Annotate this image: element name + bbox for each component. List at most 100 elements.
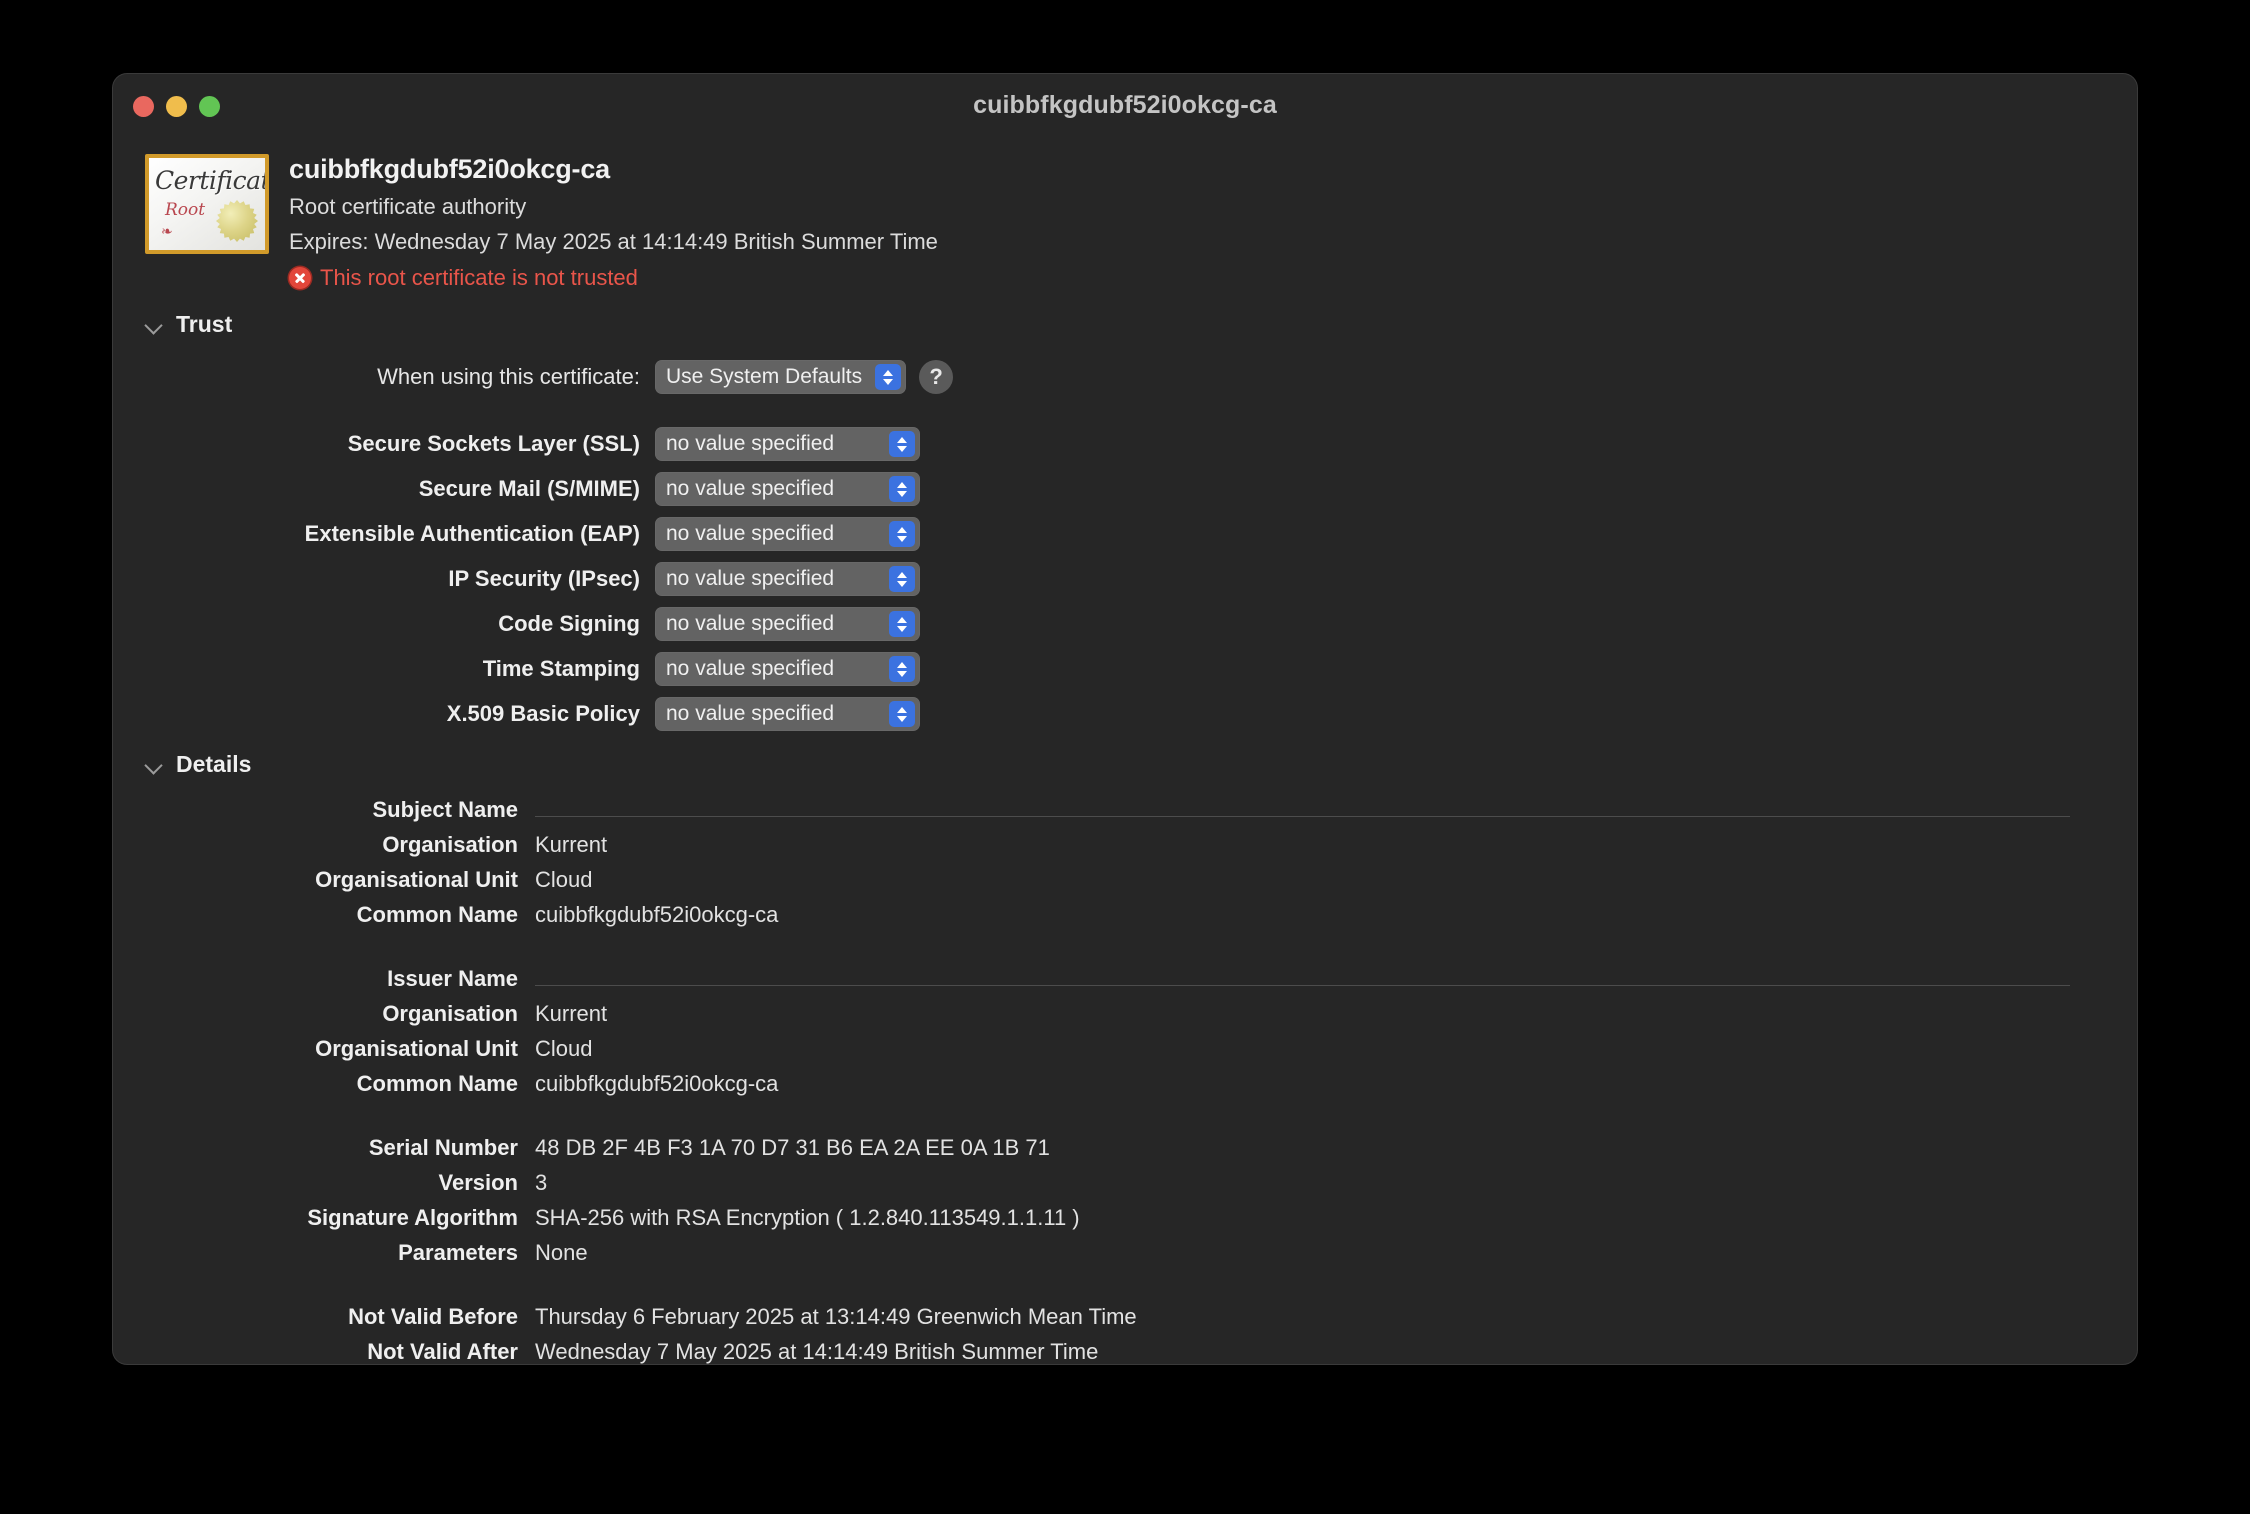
trust-warning-text: This root certificate is not trusted (320, 265, 638, 291)
details-field-label: Organisation (382, 1001, 518, 1027)
details-field-value: Wednesday 7 May 2025 at 14:14:49 British… (535, 1339, 1099, 1364)
stepper-arrows-icon (889, 476, 915, 503)
details-group-heading: Issuer Name (135, 966, 2115, 1001)
trust-policy-row: IP Security (IPsec) no value specified (135, 562, 2115, 597)
trust-policy-select[interactable]: no value specified (655, 472, 920, 507)
help-button[interactable]: ? (919, 360, 954, 395)
trust-policy-value: no value specified (666, 657, 835, 681)
trust-policy-select[interactable]: no value specified (655, 652, 920, 687)
stepper-arrows-icon (889, 566, 915, 593)
details-field-value: Thursday 6 February 2025 at 13:14:49 Gre… (535, 1304, 1137, 1330)
details-field-label: Organisational Unit (315, 1036, 518, 1062)
details-row: Serial Number 48 DB 2F 4B F3 1A 70 D7 31 … (135, 1135, 2115, 1170)
error-circle-icon (289, 267, 311, 290)
details-field-value: cuibbfkgdubf52i0okcg-ca (535, 902, 779, 928)
trust-policy-select[interactable]: no value specified (655, 427, 920, 462)
trust-policy-value: no value specified (666, 702, 835, 726)
details-field-label: Common Name (356, 1071, 518, 1097)
certificate-icon-root: Root (165, 200, 206, 220)
window-content: Certificate Root ❧ cuibbfkgdubf52i0okcg-… (113, 136, 2137, 1364)
details-field-value: 48 DB 2F 4B F3 1A 70 D7 31 B6 EA 2A EE 0… (535, 1135, 1050, 1161)
details-field-value: Kurrent (535, 1001, 608, 1027)
when-using-certificate-value: Use System Defaults (666, 365, 863, 389)
trust-policy-label: Code Signing (498, 611, 640, 637)
window-title: cuibbfkgdubf52i0okcg-ca (973, 91, 1277, 119)
certificate-name: cuibbfkgdubf52i0okcg-ca (289, 154, 610, 184)
details-field-label: Organisation (382, 832, 518, 858)
details-section-label: Details (176, 751, 252, 778)
details-group-label: Subject Name (372, 797, 519, 823)
trust-section-disclosure[interactable]: Trust (135, 311, 2115, 338)
trust-section-label: Trust (176, 311, 233, 338)
certificate-seal-icon (216, 200, 258, 242)
chevron-down-icon (145, 756, 163, 774)
root-certificate-icon: Certificate Root ❧ (145, 154, 269, 254)
details-row: Version 3 (135, 1170, 2115, 1205)
trust-policy-list: Secure Sockets Layer (SSL) no value speci… (135, 427, 2115, 732)
details-row: Common Name cuibbfkgdubf52i0okcg-ca (135, 902, 2115, 937)
certificate-window: cuibbfkgdubf52i0okcg-ca Certificate Root… (113, 74, 2137, 1364)
details-row: Organisational Unit Cloud (135, 1036, 2115, 1071)
details-group-label: Issuer Name (387, 966, 518, 992)
section-divider (535, 985, 2070, 987)
certificate-header: Certificate Root ❧ cuibbfkgdubf52i0okcg-… (135, 136, 2115, 291)
stepper-arrows-icon (875, 364, 902, 391)
details-row: Common Name cuibbfkgdubf52i0okcg-ca (135, 1071, 2115, 1106)
certificate-icon-flourish: ❧ (161, 224, 173, 240)
trust-policy-value: no value specified (666, 432, 835, 456)
trust-policy-label: Time Stamping (482, 656, 640, 682)
details-field-value: Cloud (535, 867, 593, 893)
details-field-label: Version (438, 1170, 518, 1196)
section-divider (535, 816, 2070, 818)
trust-warning: This root certificate is not trusted (289, 265, 938, 291)
certificate-summary: cuibbfkgdubf52i0okcg-ca Root certificate… (269, 150, 938, 291)
details-field-value: SHA-256 with RSA Encryption ( 1.2.840.11… (535, 1205, 1080, 1231)
details-field-value: None (535, 1240, 588, 1266)
details-row: Organisational Unit Cloud (135, 867, 2115, 902)
details-field-label: Not Valid Before (348, 1304, 518, 1330)
details-field-label: Organisational Unit (315, 867, 518, 893)
certificate-icon-word: Certificate (155, 166, 265, 195)
trust-policy-select[interactable]: no value specified (655, 607, 920, 642)
trust-policy-label: Secure Sockets Layer (SSL) (347, 431, 640, 457)
stepper-arrows-icon (889, 431, 915, 458)
trust-policy-row: Time Stamping no value specified (135, 652, 2115, 687)
details-field-value: Kurrent (535, 832, 608, 858)
window-titlebar: cuibbfkgdubf52i0okcg-ca (113, 74, 2137, 136)
trust-policy-row: Extensible Authentication (EAP) no value … (135, 517, 2115, 552)
when-using-certificate-select[interactable]: Use System Defaults (655, 360, 907, 395)
trust-policy-select[interactable]: no value specified (655, 697, 920, 732)
stepper-arrows-icon (889, 701, 915, 728)
trust-policy-label: X.509 Basic Policy (446, 701, 640, 727)
details-section-disclosure[interactable]: Details (135, 751, 2115, 778)
details-field-label: Parameters (398, 1240, 518, 1266)
trust-policy-row: Secure Sockets Layer (SSL) no value speci… (135, 427, 2115, 462)
trust-policy-value: no value specified (666, 567, 835, 591)
details-row: Parameters None (135, 1240, 2115, 1275)
trust-policy-row: Code Signing no value specified (135, 607, 2115, 642)
details-row: Organisation Kurrent (135, 832, 2115, 867)
trust-policy-value: no value specified (666, 477, 835, 501)
stepper-arrows-icon (889, 611, 915, 638)
details-field-value: Cloud (535, 1036, 593, 1062)
trust-policy-label: Extensible Authentication (EAP) (304, 521, 640, 547)
trust-policy-select[interactable]: no value specified (655, 517, 920, 552)
details-field-value: 3 (535, 1170, 548, 1196)
details-field-label: Common Name (356, 902, 518, 928)
trust-settings: When using this certificate: Use System … (135, 360, 2115, 732)
when-using-certificate-label: When using this certificate: (377, 364, 640, 390)
details-field-label: Serial Number (368, 1135, 518, 1161)
details-row: Signature Algorithm SHA-256 with RSA Encr… (135, 1205, 2115, 1240)
trust-policy-select[interactable]: no value specified (655, 562, 920, 597)
trust-policy-label: IP Security (IPsec) (448, 566, 640, 592)
trust-policy-value: no value specified (666, 522, 835, 546)
certificate-details: Subject Name Organisation Kurrent Organisat… (135, 797, 2115, 1364)
trust-policy-label: Secure Mail (S/MIME) (418, 476, 640, 502)
details-field-label: Not Valid After (367, 1339, 518, 1364)
when-using-certificate-row: When using this certificate: Use System … (135, 360, 2115, 395)
certificate-expiry: Expires: Wednesday 7 May 2025 at 14:14:4… (289, 229, 938, 255)
